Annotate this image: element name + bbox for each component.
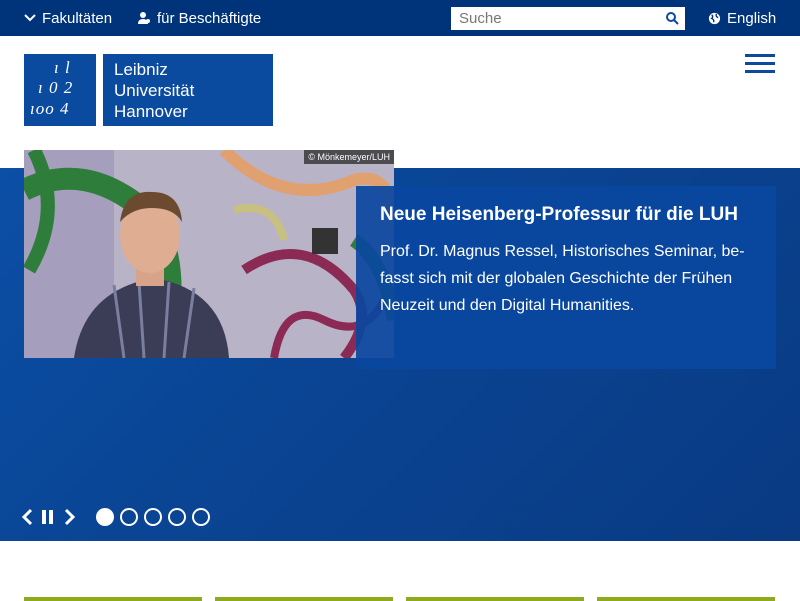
teaser-text-line-1: Prof. Dr. Magnus Ressel, Historisches Se… [380,243,745,260]
logo-mark: ı l ı 0 2 ıoo 4 [24,54,96,126]
slide-dot-3[interactable] [144,508,162,526]
language-label: English [727,9,777,27]
content-tile-4[interactable] [597,597,775,601]
logo-line-3: Hannover [114,102,188,121]
faculties-label: Fakultäten [42,9,113,27]
content-tile-3[interactable] [406,597,584,601]
menu-icon[interactable] [745,54,775,76]
search-box [451,7,685,30]
portrait-image [24,150,394,358]
staff-link[interactable]: für Beschäftigte [137,0,261,36]
content-tile-1[interactable] [24,597,202,601]
teaser-text-line-2: fasst sich mit der globalen Geschichte d… [380,270,733,287]
person-icon [138,12,150,24]
slide-dot-2[interactable] [120,508,138,526]
search-input[interactable] [451,7,661,30]
chevron-down-icon [24,14,36,22]
slide-dot-4[interactable] [168,508,186,526]
slider-controls [20,506,77,528]
logo-line-2: Universität [114,81,195,100]
chevron-left-icon[interactable] [20,508,34,526]
pause-icon[interactable] [41,509,55,525]
faculties-link[interactable]: Fakultäten [24,0,112,36]
logo-text: Leibniz Universität Hannover [103,54,273,126]
staff-label: für Beschäftigte [157,9,262,27]
photo-credit: © Mönkemeyer/LUH [304,150,394,164]
content-tile-2[interactable] [215,597,393,601]
globe-icon [708,12,721,24]
chevron-right-icon[interactable] [63,508,77,526]
hero-photo: © Mönkemeyer/LUH [24,150,394,358]
language-link[interactable]: English [708,0,776,36]
search-icon[interactable] [665,11,679,25]
teaser-title[interactable]: Neue Heisenberg-Professur für die LUH [380,201,752,228]
slide-dot-5[interactable] [192,508,210,526]
top-bar: Fakultäten für Beschäftigte English [0,0,800,36]
teaser-text-line-3: Neuzeit und den Digital Humanities. [380,297,635,314]
university-logo[interactable]: ı l ı 0 2 ıoo 4 Leibniz Universität Hann… [24,54,273,126]
slide-dot-1[interactable] [96,508,114,526]
slide-indicators [96,508,216,526]
hero-teaser[interactable]: Neue Heisenberg-Professur für die LUH Pr… [356,186,776,369]
logo-line-1: Leibniz [114,60,168,79]
